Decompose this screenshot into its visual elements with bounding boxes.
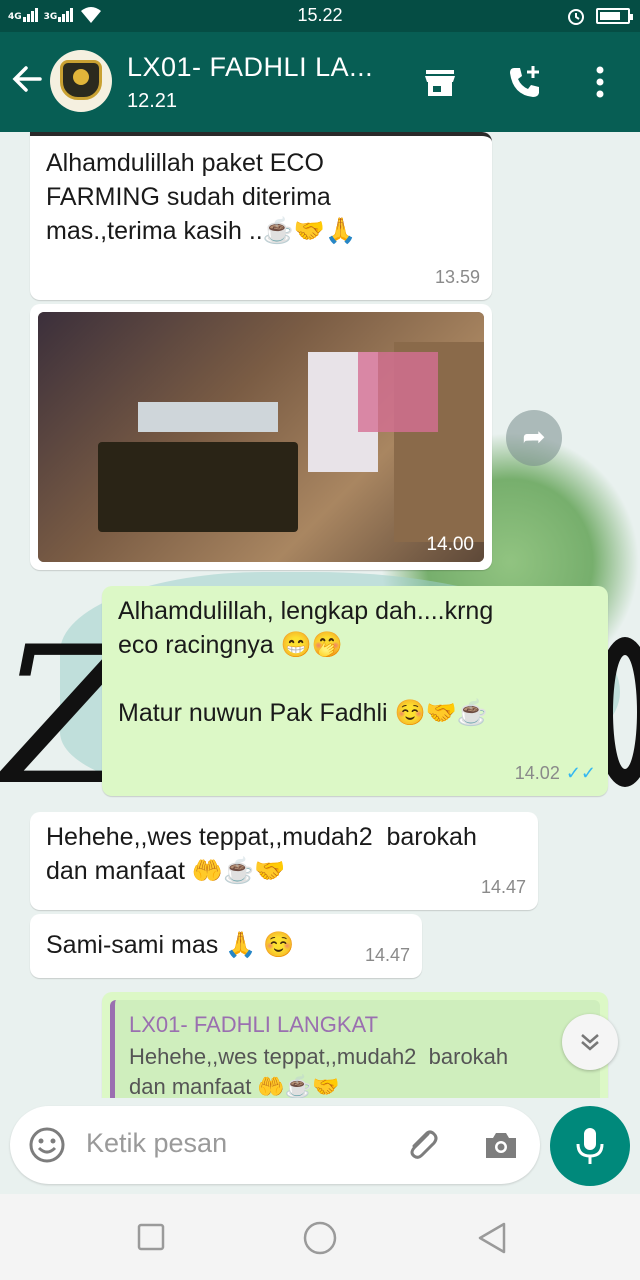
mic-icon [576,1128,604,1164]
chat-header: LX01- FADHLI LA... 12.21 [0,32,640,132]
quoted-message[interactable]: LX01- FADHLI LANGKAT Hehehe,,wes teppat,… [110,1000,600,1098]
composer-bar: Ketik pesan [0,1098,640,1194]
back-nav-icon[interactable] [474,1220,510,1256]
quoted-name: LX01- FADHLI LANGKAT [129,1012,379,1037]
recents-icon[interactable] [136,1222,166,1252]
message-time: 14.47 [480,877,526,897]
system-nav-bar [0,1194,640,1280]
message-time: 14.00 [426,534,474,555]
home-icon[interactable] [302,1220,338,1256]
message-input-placeholder: Ketik pesan [86,1128,228,1158]
add-call-icon[interactable] [505,62,545,102]
status-time: 15.22 [297,5,343,25]
status-right [566,6,633,26]
attach-icon[interactable] [402,1124,442,1164]
message-outgoing[interactable]: Alhamdulillah, lengkap dah....krng eco r… [102,586,608,796]
message-text: Alhamdulillah paket ECO FARMING sudah di… [46,149,357,245]
forward-icon[interactable]: ➦ [506,410,562,466]
message-incoming[interactable]: Sami-sami mas 🙏 ☺️ 14.47 [30,914,422,978]
read-ticks-icon: ✓✓ [565,763,596,783]
scroll-down-icon[interactable] [562,1014,618,1070]
message-time: 14.47 [364,945,410,965]
message-time-wrap: 14.02 ✓✓ [515,756,596,790]
message-incoming[interactable]: Hehehe,,wes teppat,,mudah2 barokah dan m… [30,812,538,910]
message-time: 13.59 [434,267,480,287]
back-arrow-icon[interactable] [10,62,44,102]
avatar[interactable] [50,50,112,112]
chat-area[interactable]: Z Alhamdulillah paket ECO FARMING sudah … [0,132,640,1098]
store-icon[interactable] [420,62,460,102]
camera-icon[interactable] [482,1126,520,1164]
message-input[interactable]: Ketik pesan [10,1106,540,1184]
message-text: Alhamdulillah, lengkap dah....krng eco r… [118,597,494,727]
message-text: Hehehe,,wes teppat,,mudah2 barokah dan m… [46,823,477,885]
status-bar: 4G 3G 15.22 [0,0,640,32]
more-vert-icon[interactable] [582,62,622,102]
quoted-text: Hehehe,,wes teppat,,mudah2 barokah dan m… [129,1044,509,1098]
alarm-icon [568,9,584,25]
mic-button[interactable] [550,1106,630,1186]
message-incoming[interactable]: Alhamdulillah paket ECO FARMING sudah di… [30,132,492,300]
contact-name[interactable]: LX01- FADHLI LA... [127,52,373,83]
battery-icon [596,8,633,24]
emoji-icon[interactable] [28,1126,66,1164]
photo-thumbnail[interactable]: 14.00 [38,312,484,562]
last-seen: 12.21 [127,90,178,112]
message-time: 14.02 [514,763,560,783]
message-text: Sami-sami mas 🙏 ☺️ [46,931,295,959]
